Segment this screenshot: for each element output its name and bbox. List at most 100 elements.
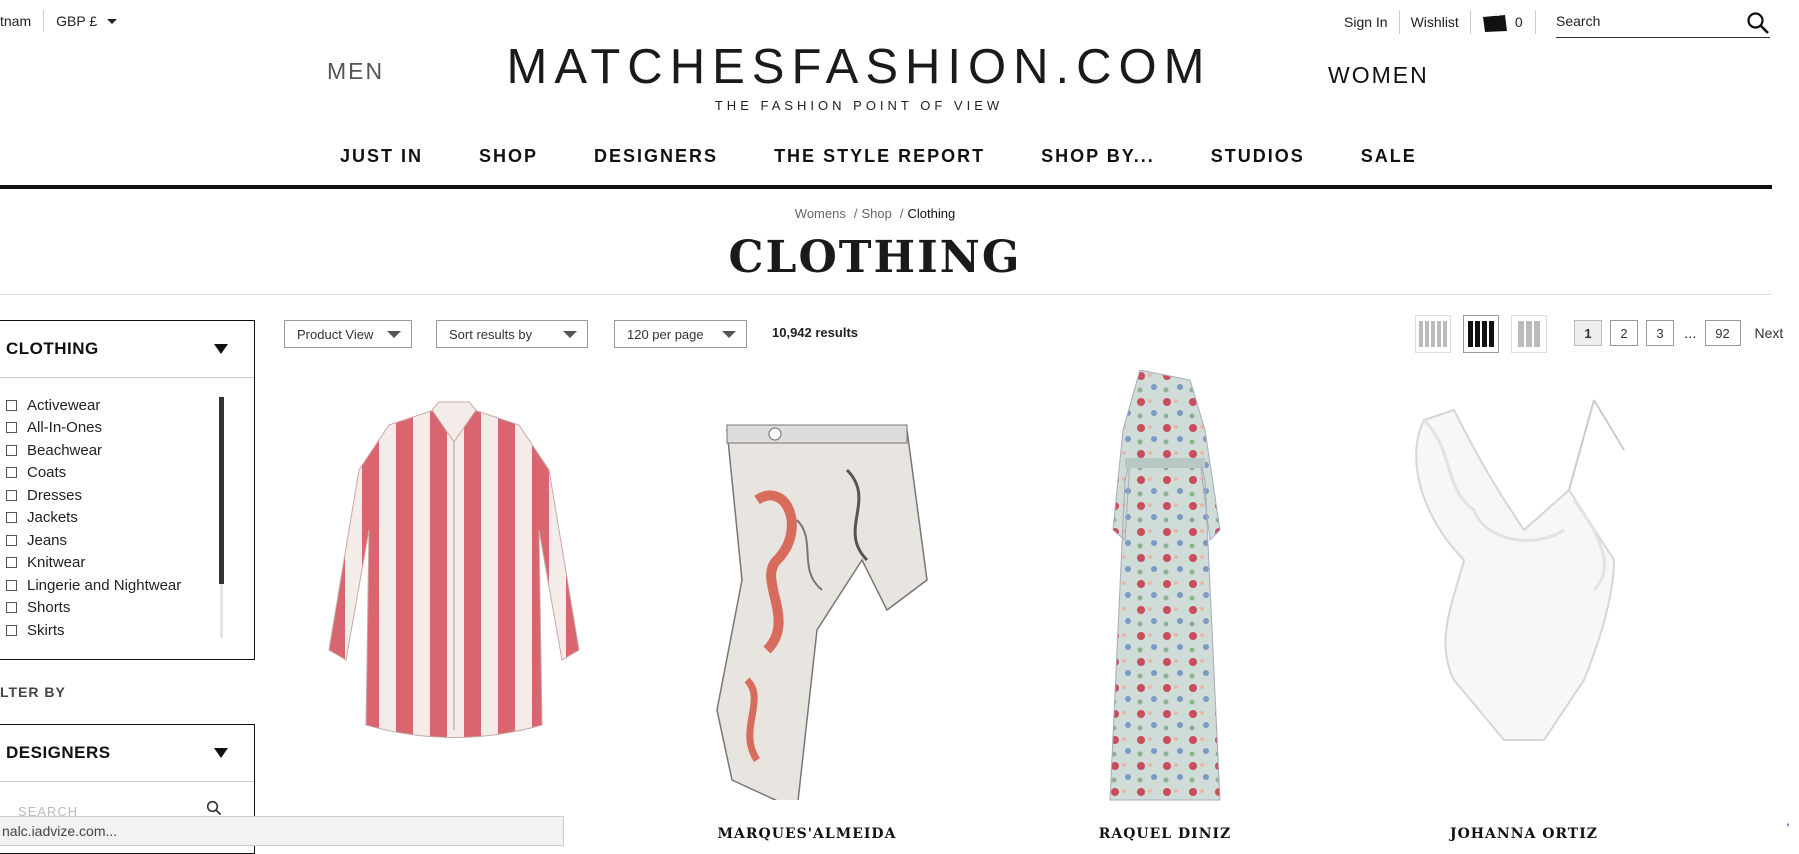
- dropdown-arrow-icon: [722, 330, 736, 338]
- page-1[interactable]: 1: [1574, 320, 1602, 346]
- category-option[interactable]: Skirts: [6, 619, 254, 642]
- category-label: Dresses: [27, 486, 83, 504]
- category-option[interactable]: Dresses: [6, 484, 254, 507]
- search-input[interactable]: [1556, 8, 1736, 34]
- collapse-arrow-icon: [214, 748, 228, 758]
- page-3[interactable]: 3: [1646, 320, 1674, 346]
- checkbox[interactable]: [6, 489, 17, 501]
- checkbox[interactable]: [6, 557, 17, 569]
- designers-facet-title: DESIGNERS: [6, 743, 111, 762]
- floral-gown-image: [1109, 370, 1221, 801]
- product-card[interactable]: JOHANNA ORTIZ: [1354, 370, 1694, 850]
- nav-designers[interactable]: DESIGNERS: [594, 146, 718, 167]
- checkbox[interactable]: [6, 399, 17, 411]
- women-link[interactable]: WOMEN: [1328, 62, 1429, 89]
- product-designer[interactable]: JOHANNA ORTIZ: [1354, 826, 1694, 842]
- results-count: 10,942 results: [772, 325, 859, 340]
- category-label: Activewear: [27, 396, 101, 414]
- shopping-bag-icon: [1482, 11, 1507, 32]
- checkbox[interactable]: [6, 422, 17, 434]
- breadcrumb: Womens / Shop / Clothing: [794, 206, 956, 221]
- per-page-select[interactable]: 120 per page: [614, 320, 747, 348]
- stray-mark: ,: [1786, 812, 1790, 828]
- product-card[interactable]: RAQUEL DINIZ: [995, 370, 1335, 850]
- next-page-link[interactable]: Next: [1755, 325, 1784, 341]
- checkbox[interactable]: [6, 602, 17, 614]
- category-option[interactable]: Shorts: [6, 597, 254, 620]
- category-label: Beachwear: [27, 441, 103, 459]
- category-option[interactable]: Jackets: [6, 507, 254, 530]
- currency-selector[interactable]: GBP £: [44, 13, 118, 29]
- nav-studios[interactable]: STUDIOS: [1211, 146, 1305, 167]
- category-label: Jackets: [27, 509, 78, 527]
- pagination: 1 2 3 ... 92 Next: [1574, 320, 1783, 346]
- product-designer[interactable]: MARQUES'ALMEIDA: [637, 826, 977, 842]
- bag-count: 0: [1514, 14, 1523, 30]
- page-2[interactable]: 2: [1610, 320, 1638, 346]
- browser-status-bar: nalc.iadvize.com...: [0, 816, 564, 846]
- account-bar: Sign In Wishlist 0: [1340, 10, 1536, 34]
- nav-shop-by[interactable]: SHOP BY...: [1041, 146, 1155, 167]
- category-option[interactable]: Lingerie and Nightwear: [6, 574, 254, 597]
- product-designer[interactable]: RAQUEL DINIZ: [995, 826, 1335, 842]
- checkbox[interactable]: [6, 534, 17, 546]
- category-option[interactable]: Coats: [6, 462, 254, 485]
- white-bodysuit-image: [1415, 399, 1625, 741]
- product-image[interactable]: [637, 370, 977, 810]
- site-logo[interactable]: MATCHESFASHION.COM: [448, 42, 1270, 92]
- product-view-select[interactable]: Product View: [284, 320, 412, 348]
- category-scroll-thumb[interactable]: [219, 397, 224, 584]
- checkbox[interactable]: [6, 512, 17, 524]
- dropdown-arrow-icon: [387, 330, 401, 338]
- product-image[interactable]: [1354, 370, 1694, 810]
- locale-bar: tnam GBP £: [0, 10, 118, 32]
- printed-skirt-image: [716, 424, 928, 800]
- dropdown-arrow-icon: [563, 330, 577, 338]
- nav-sale[interactable]: SALE: [1361, 146, 1417, 167]
- category-list: Activewear All-In-Ones Beachwear Coats D…: [0, 378, 254, 642]
- search-icon[interactable]: [206, 800, 222, 816]
- product-image[interactable]: [995, 370, 1335, 810]
- product-card[interactable]: MARQUES'ALMEIDA: [637, 370, 977, 850]
- category-facet: CLOTHING Activewear All-In-Ones Beachwea…: [0, 320, 255, 660]
- category-facet-header[interactable]: CLOTHING: [0, 321, 254, 378]
- page-last[interactable]: 92: [1704, 320, 1741, 346]
- category-label: All-In-Ones: [27, 419, 103, 437]
- breadcrumb-shop[interactable]: Shop: [861, 206, 891, 221]
- checkbox[interactable]: [6, 444, 17, 456]
- country-selector[interactable]: tnam: [0, 10, 45, 32]
- product-view-label: Product View: [297, 326, 374, 342]
- site-search: [1556, 8, 1770, 38]
- grid-view-5-col[interactable]: [1415, 315, 1451, 353]
- currency-label: GBP £: [56, 13, 98, 29]
- grid-view-3-col[interactable]: [1511, 315, 1547, 353]
- men-link[interactable]: MEN: [327, 58, 384, 85]
- checkbox[interactable]: [6, 624, 17, 636]
- category-option[interactable]: Knitwear: [6, 552, 254, 575]
- checkbox[interactable]: [6, 467, 17, 479]
- sort-select[interactable]: Sort results by: [436, 320, 588, 348]
- nav-just-in[interactable]: JUST IN: [340, 146, 423, 167]
- category-option[interactable]: Beachwear: [6, 439, 254, 462]
- search-icon[interactable]: [1746, 11, 1770, 35]
- category-option[interactable]: All-In-Ones: [6, 417, 254, 440]
- category-label: Jeans: [27, 531, 68, 549]
- nav-style-report[interactable]: THE STYLE REPORT: [774, 146, 985, 167]
- product-image[interactable]: [284, 370, 624, 810]
- product-card[interactable]: [284, 370, 624, 850]
- pagination-ellipsis: ...: [1684, 324, 1697, 342]
- category-facet-title: CLOTHING: [6, 339, 99, 358]
- wishlist-link[interactable]: Wishlist: [1400, 10, 1471, 34]
- category-option[interactable]: Activewear: [6, 394, 254, 417]
- designers-facet-header[interactable]: DESIGNERS: [0, 725, 254, 782]
- category-option[interactable]: Jeans: [6, 529, 254, 552]
- sign-in-link[interactable]: Sign In: [1340, 10, 1400, 34]
- category-label: Skirts: [27, 621, 65, 639]
- breadcrumb-womens[interactable]: Womens: [795, 206, 846, 221]
- striped-shirt-image: [328, 401, 580, 738]
- checkbox[interactable]: [6, 579, 17, 591]
- nav-shop[interactable]: SHOP: [479, 146, 538, 167]
- grid-view-4-col[interactable]: [1463, 315, 1499, 353]
- shopping-bag-button[interactable]: 0: [1471, 10, 1536, 34]
- category-label: Lingerie and Nightwear: [27, 576, 182, 594]
